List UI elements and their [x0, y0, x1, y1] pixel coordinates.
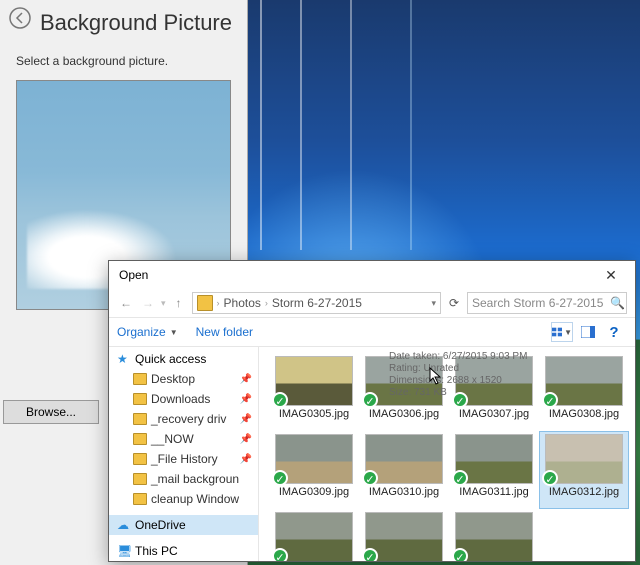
- help-icon[interactable]: ?: [603, 322, 625, 342]
- sync-check-icon: ✓: [542, 470, 558, 486]
- tree-item[interactable]: _File History📌: [109, 449, 258, 469]
- sync-check-icon: ✓: [362, 470, 378, 486]
- file-item[interactable]: ✓IMAG0314.jpg: [359, 509, 449, 561]
- search-input[interactable]: Search Storm 6-27-2015 🔍: [467, 292, 627, 314]
- file-item[interactable]: ✓IMAG0305.jpg: [269, 353, 359, 431]
- panel-instruction: Select a background picture.: [0, 36, 247, 76]
- folder-icon: [133, 373, 147, 385]
- file-name: IMAG0310.jpg: [369, 486, 439, 498]
- nav-up-icon[interactable]: ↑: [170, 296, 188, 310]
- file-tooltip: Date taken: 6/27/2015 9:03 PM Rating: Un…: [389, 351, 527, 399]
- pin-icon: 📌: [240, 394, 252, 405]
- tree-item[interactable]: Desktop📌: [109, 369, 258, 389]
- tree-this-pc[interactable]: 🖥 This PC: [109, 541, 258, 561]
- search-placeholder: Search Storm 6-27-2015: [472, 296, 603, 310]
- file-list[interactable]: ✓IMAG0305.jpg✓IMAG0306.jpg✓IMAG0307.jpg✓…: [259, 347, 635, 561]
- sync-check-icon: ✓: [452, 548, 468, 561]
- sync-check-icon: ✓: [362, 392, 378, 408]
- sync-check-icon: ✓: [452, 470, 468, 486]
- new-folder-button[interactable]: New folder: [196, 325, 253, 339]
- file-name: IMAG0306.jpg: [369, 408, 439, 420]
- sync-check-icon: ✓: [362, 548, 378, 561]
- tree-item[interactable]: _recovery driv📌: [109, 409, 258, 429]
- open-file-dialog: Open ✕ ← → ▾ ↑ › Photos › Storm 6-27-201…: [108, 260, 636, 562]
- folder-icon: [133, 413, 147, 425]
- chevron-down-icon: ▼: [170, 328, 178, 337]
- sync-check-icon: ✓: [272, 470, 288, 486]
- file-item[interactable]: ✓IMAG0308.jpg: [539, 353, 629, 431]
- folder-icon: [197, 295, 213, 311]
- file-name: IMAG0307.jpg: [459, 408, 529, 420]
- tree-item[interactable]: Downloads📌: [109, 389, 258, 409]
- chevron-down-icon[interactable]: ▾: [431, 298, 436, 309]
- breadcrumb-seg[interactable]: Storm 6-27-2015: [272, 296, 362, 310]
- dialog-nav-row: ← → ▾ ↑ › Photos › Storm 6-27-2015 ▾ ⟳ S…: [109, 289, 635, 317]
- nav-back-icon[interactable]: ←: [117, 296, 135, 310]
- file-name: IMAG0305.jpg: [279, 408, 349, 420]
- pin-icon: 📌: [240, 374, 252, 385]
- dialog-title: Open: [119, 268, 589, 282]
- dialog-toolbar: Organize ▼ New folder ▼ ?: [109, 317, 635, 347]
- folder-icon: [133, 393, 147, 405]
- organize-menu[interactable]: Organize ▼: [117, 325, 178, 339]
- nav-forward-icon: →: [139, 296, 157, 310]
- folder-icon: [133, 493, 147, 505]
- close-icon[interactable]: ✕: [589, 262, 633, 288]
- back-arrow-icon[interactable]: [8, 6, 36, 34]
- tree-quick-access[interactable]: ★ Quick access: [109, 349, 258, 369]
- tree-item[interactable]: __NOW📌: [109, 429, 258, 449]
- pc-icon: 🖥: [117, 545, 131, 557]
- file-item[interactable]: ✓IMAG0310.jpg: [359, 431, 449, 509]
- panel-title: Background Picture: [0, 0, 247, 36]
- chevron-right-icon[interactable]: ›: [263, 298, 270, 308]
- pin-icon: 📌: [240, 434, 252, 445]
- file-name: IMAG0312.jpg: [549, 486, 619, 498]
- dialog-titlebar[interactable]: Open ✕: [109, 261, 635, 289]
- browse-button[interactable]: Browse...: [3, 400, 99, 424]
- tree-item[interactable]: cleanup Window: [109, 489, 258, 509]
- breadcrumb-seg[interactable]: Photos: [224, 296, 261, 310]
- tree-onedrive[interactable]: ☁ OneDrive: [109, 515, 258, 535]
- file-item[interactable]: ✓IMAG0311.jpg: [449, 431, 539, 509]
- chevron-right-icon[interactable]: ›: [215, 298, 222, 308]
- file-item[interactable]: ✓IMAG0309.jpg: [269, 431, 359, 509]
- cloud-icon: ☁: [117, 519, 131, 531]
- sync-check-icon: ✓: [542, 392, 558, 408]
- file-item[interactable]: ✓IMAG0313.jpg: [269, 509, 359, 561]
- nav-tree[interactable]: ★ Quick access Desktop📌Downloads📌_recove…: [109, 347, 259, 561]
- nav-history-dropdown-icon[interactable]: ▾: [161, 298, 166, 309]
- star-icon: ★: [117, 353, 131, 365]
- file-item[interactable]: ✓IMAG0315.jpg: [449, 509, 539, 561]
- file-item[interactable]: ✓IMAG0312.jpg: [539, 431, 629, 509]
- folder-icon: [133, 453, 147, 465]
- sync-check-icon: ✓: [272, 548, 288, 561]
- pin-icon: 📌: [240, 414, 252, 425]
- view-preview-pane-button[interactable]: [577, 322, 599, 342]
- address-bar[interactable]: › Photos › Storm 6-27-2015 ▾: [192, 292, 441, 314]
- refresh-icon[interactable]: ⟳: [445, 296, 463, 310]
- folder-icon: [133, 433, 147, 445]
- sync-check-icon: ✓: [272, 392, 288, 408]
- tree-item[interactable]: _mail backgroun: [109, 469, 258, 489]
- folder-icon: [133, 473, 147, 485]
- file-name: IMAG0308.jpg: [549, 408, 619, 420]
- view-thumbnails-button[interactable]: ▼: [551, 322, 573, 342]
- search-icon: 🔍: [610, 296, 622, 310]
- file-name: IMAG0311.jpg: [459, 486, 529, 498]
- file-name: IMAG0309.jpg: [279, 486, 349, 498]
- pin-icon: 📌: [240, 454, 252, 465]
